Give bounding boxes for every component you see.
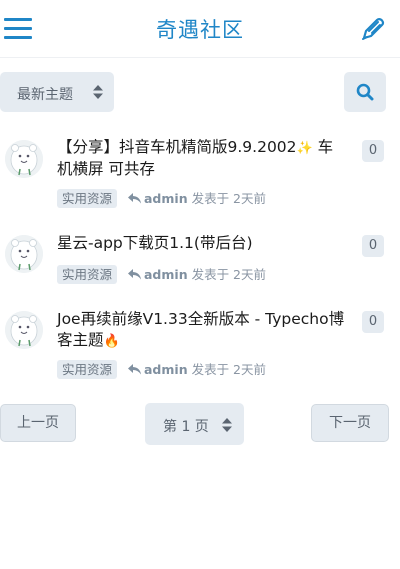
topic-meta: 实用资源 admin 发表于 2天前 <box>57 264 266 284</box>
reply-count-badge: 0 <box>362 140 384 162</box>
sort-select[interactable]: 最新主题 <box>0 72 114 112</box>
author-link[interactable]: admin <box>144 191 188 206</box>
sort-select-value: 最新主题 <box>17 87 73 103</box>
top-bar: 奇遇社区 <box>0 0 400 58</box>
topic-title[interactable]: 【分享】抖音车机精简版9.9.2002✨ 车机横屏 可共存 <box>57 137 347 180</box>
author-link[interactable]: admin <box>144 362 188 377</box>
pen-icon[interactable] <box>360 16 386 42</box>
topic-title[interactable]: 星云-app下载页1.1(带后台) <box>57 233 347 254</box>
sort-updown-icon <box>93 85 103 99</box>
next-page-button[interactable]: 下一页 <box>311 404 389 442</box>
avatar[interactable] <box>5 311 43 349</box>
page-updown-icon <box>222 418 232 432</box>
topic-meta: 实用资源 admin 发表于 2天前 <box>57 188 266 208</box>
post-time: 发表于 2天前 <box>191 191 267 206</box>
post-time: 发表于 2天前 <box>191 362 267 377</box>
reply-count-badge: 0 <box>362 235 384 257</box>
avatar[interactable] <box>5 235 43 273</box>
topic-title-text: 【分享】抖音车机精简版9.9.2002 <box>57 138 297 156</box>
fire-icon: 🔥 <box>103 334 120 349</box>
post-time: 发表于 2天前 <box>191 267 267 282</box>
topic-meta: 实用资源 admin 发表于 2天前 <box>57 359 266 379</box>
page-select-value: 第 1 页 <box>163 419 209 435</box>
category-tag[interactable]: 实用资源 <box>57 265 118 284</box>
topic-title[interactable]: Joe再续前缘V1.33全新版本 - Typecho博客主题🔥 <box>57 309 347 352</box>
reply-count-badge: 0 <box>362 311 384 333</box>
category-tag[interactable]: 实用资源 <box>57 189 118 208</box>
avatar[interactable] <box>5 140 43 178</box>
sparkles-icon: ✨ <box>296 141 313 156</box>
search-icon <box>356 83 374 101</box>
reply-icon <box>128 193 141 204</box>
page-select[interactable]: 第 1 页 <box>145 403 244 445</box>
category-tag[interactable]: 实用资源 <box>57 360 118 379</box>
topic-title-text: Joe再续前缘V1.33全新版本 - Typecho博客主题 <box>57 310 345 349</box>
reply-icon <box>128 269 141 280</box>
reply-icon <box>128 364 141 375</box>
site-title[interactable]: 奇遇社区 <box>0 14 400 44</box>
author-link[interactable]: admin <box>144 267 188 282</box>
topic-title-text: 星云-app下载页1.1(带后台) <box>57 234 253 252</box>
prev-page-button[interactable]: 上一页 <box>0 404 76 442</box>
search-button[interactable] <box>344 72 386 112</box>
